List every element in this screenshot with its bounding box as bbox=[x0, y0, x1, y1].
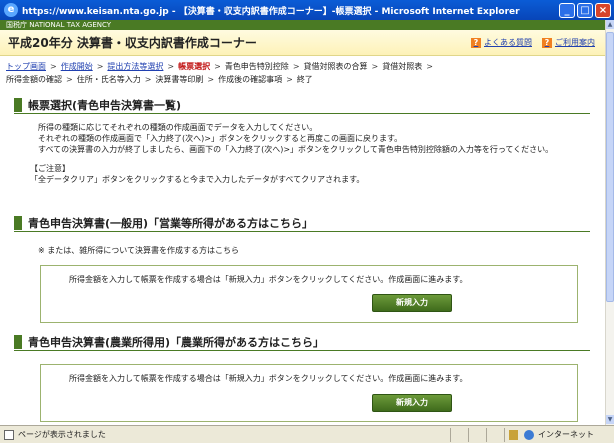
section-title: 帳票選択(青色申告決算書一覧) bbox=[28, 98, 182, 112]
status-zone: インターネット bbox=[504, 427, 614, 442]
breadcrumb: トップ画面 > 作成開始 > 提出方法等選択 > 帳票選択 > 青色申告特別控除 > 貸借対照表の合… bbox=[6, 62, 433, 84]
section-marker bbox=[14, 215, 22, 230]
question-icon: ? bbox=[471, 37, 481, 48]
section-general: 青色申告決算書(一般用)「営業等所得がある方はこちら」 bbox=[14, 214, 590, 232]
breadcrumb-start[interactable]: 作成開始 bbox=[61, 62, 93, 71]
new-entry-button[interactable]: 新規入力 bbox=[372, 294, 452, 312]
general-new-entry-panel: 所得金額を入力して帳票を作成する場合は「新規入力」ボタンをクリックしてください。… bbox=[40, 265, 578, 323]
caution-title: 【ご注意】 bbox=[30, 164, 70, 173]
window-title: https://www.keisan.nta.go.jp - 【決算書・収支内訳… bbox=[22, 6, 520, 17]
minimize-button[interactable]: _ bbox=[559, 2, 575, 18]
instructions: 所得の種類に応じてそれぞれの種類の作成画面でデータを入力してください。 それぞれ… bbox=[30, 122, 585, 185]
window-controls: _ □ × bbox=[559, 2, 611, 18]
section-title: 青色申告決算書(一般用)「営業等所得がある方はこちら」 bbox=[28, 216, 314, 230]
breadcrumb-income-check: 所得金額の確認 bbox=[6, 75, 62, 84]
vertical-scrollbar[interactable]: ▲ ▼ bbox=[605, 20, 614, 425]
window-titlebar: e https://www.keisan.nta.go.jp - 【決算書・収支… bbox=[0, 0, 614, 20]
breadcrumb-print: 決算書等印刷 bbox=[155, 75, 204, 84]
question-icon: ? bbox=[542, 37, 552, 48]
faq-link-label: よくある質問 bbox=[484, 38, 532, 47]
breadcrumb-address: 住所・氏名等入力 bbox=[76, 75, 141, 84]
status-text: ページが表示されました bbox=[18, 430, 106, 439]
breadcrumb-end: 終了 bbox=[296, 75, 313, 84]
instruction-line-2: それぞれの種類の作成画面で「入力終了(次へ)>」ボタンをクリックすると再度この画… bbox=[38, 134, 403, 143]
status-cell bbox=[468, 427, 486, 442]
new-entry-button[interactable]: 新規入力 bbox=[372, 394, 452, 412]
caution-text: 「全データクリア」ボタンをクリックすると今まで入力したデータがすべてクリアされま… bbox=[30, 175, 365, 184]
breadcrumb-top[interactable]: トップ画面 bbox=[6, 62, 46, 71]
agriculture-new-entry-panel: 所得金額を入力して帳票を作成する場合は「新規入力」ボタンをクリックしてください。… bbox=[40, 364, 578, 422]
section-agriculture: 青色申告決算書(農業所得用)「農業所得がある方はこちら」 bbox=[14, 333, 590, 351]
panel-text: 所得金額を入力して帳票を作成する場合は「新規入力」ボタンをクリックしてください。… bbox=[69, 275, 468, 284]
section-title: 青色申告決算書(農業所得用)「農業所得がある方はこちら」 bbox=[28, 335, 325, 349]
breadcrumb-bs-total: 貸借対照表の合算 bbox=[303, 62, 368, 71]
agency-bar: 国税庁 NATIONAL TAX AGENCY bbox=[0, 20, 605, 30]
page-title: 平成20年分 決算書・収支内訳書作成コーナー bbox=[8, 36, 257, 50]
zone-label: インターネット bbox=[538, 430, 594, 439]
section-marker bbox=[14, 97, 22, 112]
status-left: ページが表示されました bbox=[0, 429, 450, 440]
instruction-line-1: 所得の種類に応じてそれぞれの種類の作成画面でデータを入力してください。 bbox=[38, 123, 318, 132]
breadcrumb-bs: 貸借対照表 bbox=[382, 62, 423, 71]
breadcrumb-current: 帳票選択 bbox=[178, 62, 211, 71]
section-form-select: 帳票選択(青色申告決算書一覧) bbox=[14, 96, 590, 114]
page-header: 平成20年分 決算書・収支内訳書作成コーナー ? よくある質問 ? ご利用案内 bbox=[0, 30, 605, 56]
close-button[interactable]: × bbox=[595, 2, 611, 18]
maximize-button[interactable]: □ bbox=[577, 2, 593, 18]
status-cell bbox=[486, 427, 504, 442]
breadcrumb-blue-deduction: 青色申告特別控除 bbox=[224, 62, 289, 71]
scroll-thumb[interactable] bbox=[606, 32, 614, 302]
section-marker bbox=[14, 334, 22, 349]
scroll-up-arrow[interactable]: ▲ bbox=[606, 20, 614, 29]
instruction-line-3: すべての決算書の入力が終了しましたら、画面下の「入力終了(次へ)>」ボタンをクリ… bbox=[38, 145, 554, 154]
faq-link[interactable]: ? よくある質問 bbox=[471, 37, 532, 48]
globe-icon bbox=[524, 429, 534, 440]
breadcrumb-after-check: 作成後の確認事項 bbox=[218, 75, 283, 84]
ie-icon: e bbox=[4, 3, 18, 17]
page-icon bbox=[4, 429, 14, 440]
lock-icon bbox=[509, 429, 518, 440]
misc-income-note: ※ または、雑所得について決算書を作成する方はこちら bbox=[38, 246, 240, 255]
guide-link-label: ご利用案内 bbox=[555, 38, 595, 47]
panel-text: 所得金額を入力して帳票を作成する場合は「新規入力」ボタンをクリックしてください。… bbox=[69, 374, 468, 383]
status-bar: ページが表示されました インターネット bbox=[0, 425, 614, 443]
scroll-down-arrow[interactable]: ▼ bbox=[606, 415, 614, 424]
breadcrumb-method[interactable]: 提出方法等選択 bbox=[107, 62, 163, 71]
status-cell bbox=[450, 427, 468, 442]
guide-link[interactable]: ? ご利用案内 bbox=[542, 37, 595, 48]
